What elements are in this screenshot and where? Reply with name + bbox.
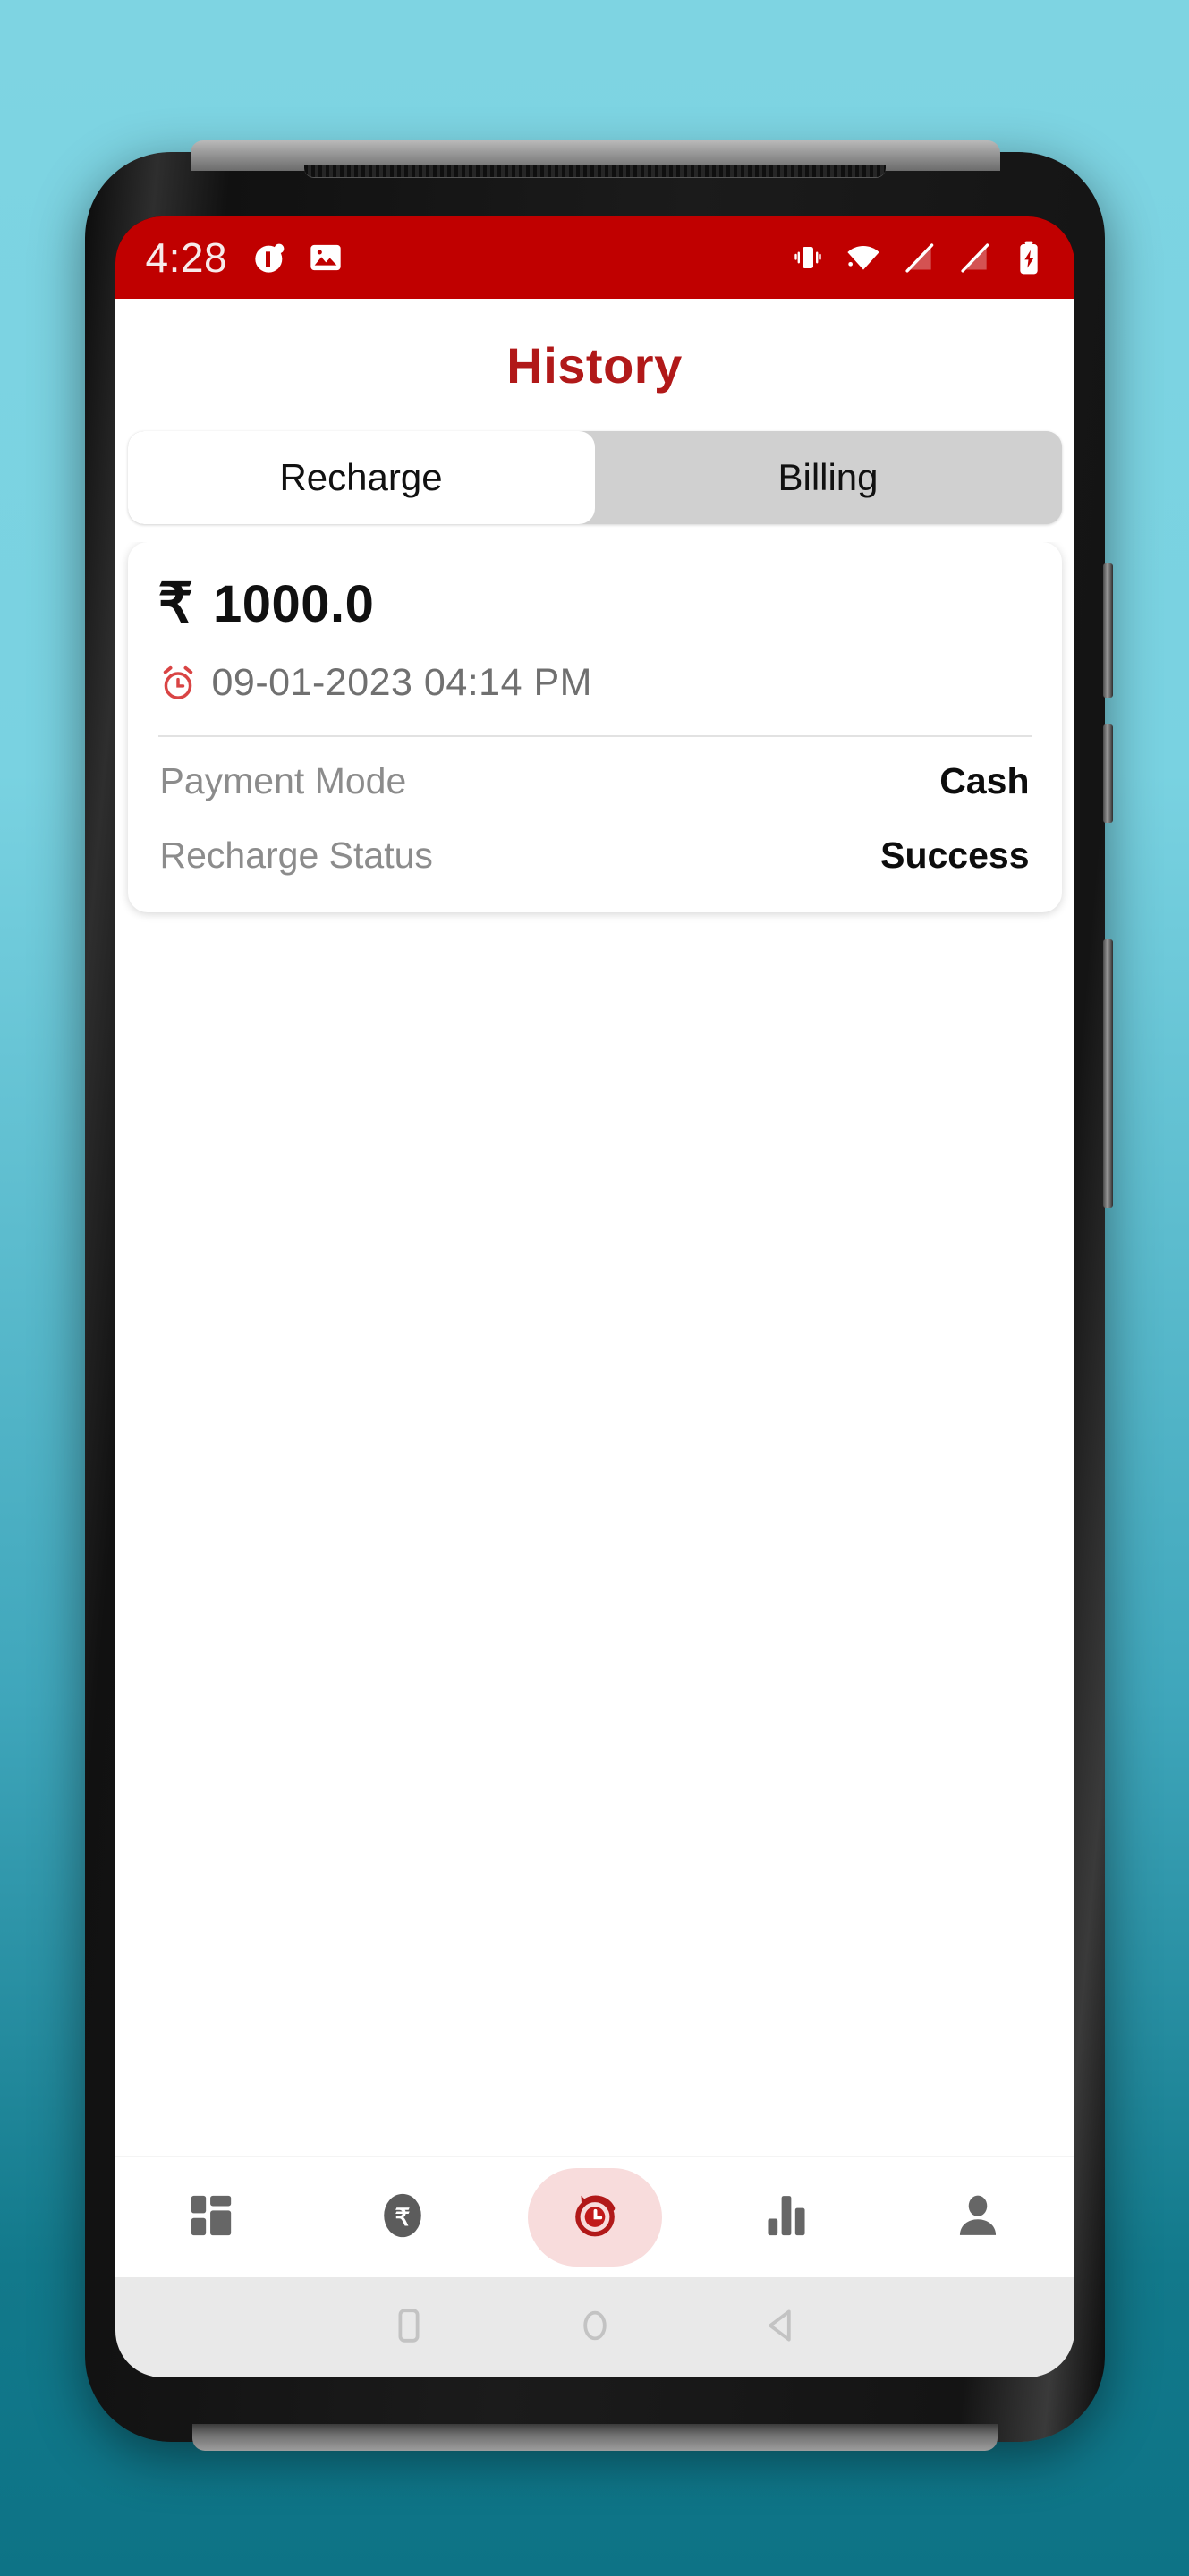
dashboard-grid-icon: [186, 2190, 236, 2245]
app-header: History: [115, 299, 1074, 431]
triangle-left-icon[interactable]: [760, 2304, 803, 2351]
detail-row-payment-mode: Payment Mode Cash: [158, 737, 1032, 811]
tab-bar: Recharge Billing: [127, 431, 1062, 524]
side-button-volume-down[interactable]: [1102, 724, 1113, 823]
battery-charging-icon: [1014, 240, 1044, 275]
status-bar-time: 4:28: [145, 234, 228, 281]
history-clock-icon: [567, 2188, 623, 2248]
circle-icon[interactable]: [573, 2304, 616, 2351]
active-nav-pill: [527, 2168, 662, 2267]
earpiece-speaker-icon: [303, 165, 886, 178]
android-navigation-bar: [115, 2277, 1074, 2377]
person-icon: [953, 2190, 1003, 2245]
side-button-volume-up[interactable]: [1102, 564, 1113, 698]
image-icon: [308, 240, 344, 275]
svg-text:₹: ₹: [395, 2204, 411, 2231]
content-area: ₹ 1000.0 09-01-2023 04:14 PM Payment Mod…: [115, 542, 1074, 2156]
rupee-symbol-icon: ₹: [157, 572, 193, 635]
page-title: History: [506, 336, 683, 394]
bar-chart-icon: [761, 2190, 811, 2245]
datetime-row: 09-01-2023 04:14 PM: [158, 661, 1032, 705]
phone-screen: 4:28 History Recharge Billing ₹ 1000.0 0…: [115, 216, 1074, 2377]
square-icon[interactable]: [387, 2304, 430, 2351]
bottom-navigation-bar: ₹: [115, 2156, 1074, 2277]
side-button-power[interactable]: [1102, 939, 1113, 1208]
tab-bar-wrapper: Recharge Billing: [115, 431, 1074, 542]
nav-item-dashboard[interactable]: [115, 2190, 307, 2245]
detail-label: Payment Mode: [159, 760, 407, 801]
status-badge: Success: [880, 835, 1030, 876]
no-signal-1-icon: [903, 241, 937, 275]
status-bar-system-icons: [792, 240, 1044, 275]
tab-recharge[interactable]: Recharge: [127, 431, 595, 524]
nav-item-payments[interactable]: ₹: [307, 2190, 498, 2246]
detail-label: Recharge Status: [159, 835, 433, 876]
detail-value: Cash: [939, 760, 1030, 801]
datetime-text: 09-01-2023 04:14 PM: [211, 661, 592, 704]
amount-value: 1000.0: [212, 575, 375, 633]
phone-bottom-rail: [191, 2424, 998, 2451]
phone-frame: 4:28 History Recharge Billing ₹ 1000.0 0…: [84, 140, 1113, 2451]
status-bar-notification-icons: [252, 240, 344, 275]
nav-item-history[interactable]: [498, 2168, 690, 2267]
rupee-coin-icon: ₹: [377, 2190, 429, 2246]
alarm-clock-icon: [158, 664, 198, 703]
notification-dot-icon: [252, 240, 288, 275]
tab-billing[interactable]: Billing: [594, 431, 1062, 524]
nav-item-reports[interactable]: [691, 2190, 882, 2245]
detail-row-recharge-status: Recharge Status Success: [158, 811, 1032, 886]
vibrate-icon: [792, 242, 824, 274]
history-card[interactable]: ₹ 1000.0 09-01-2023 04:14 PM Payment Mod…: [127, 542, 1062, 912]
no-signal-2-icon: [958, 241, 992, 275]
status-bar: 4:28: [115, 216, 1074, 299]
nav-item-profile[interactable]: [882, 2190, 1074, 2245]
wifi-icon: [845, 240, 881, 275]
amount-row: ₹ 1000.0: [158, 574, 1032, 634]
